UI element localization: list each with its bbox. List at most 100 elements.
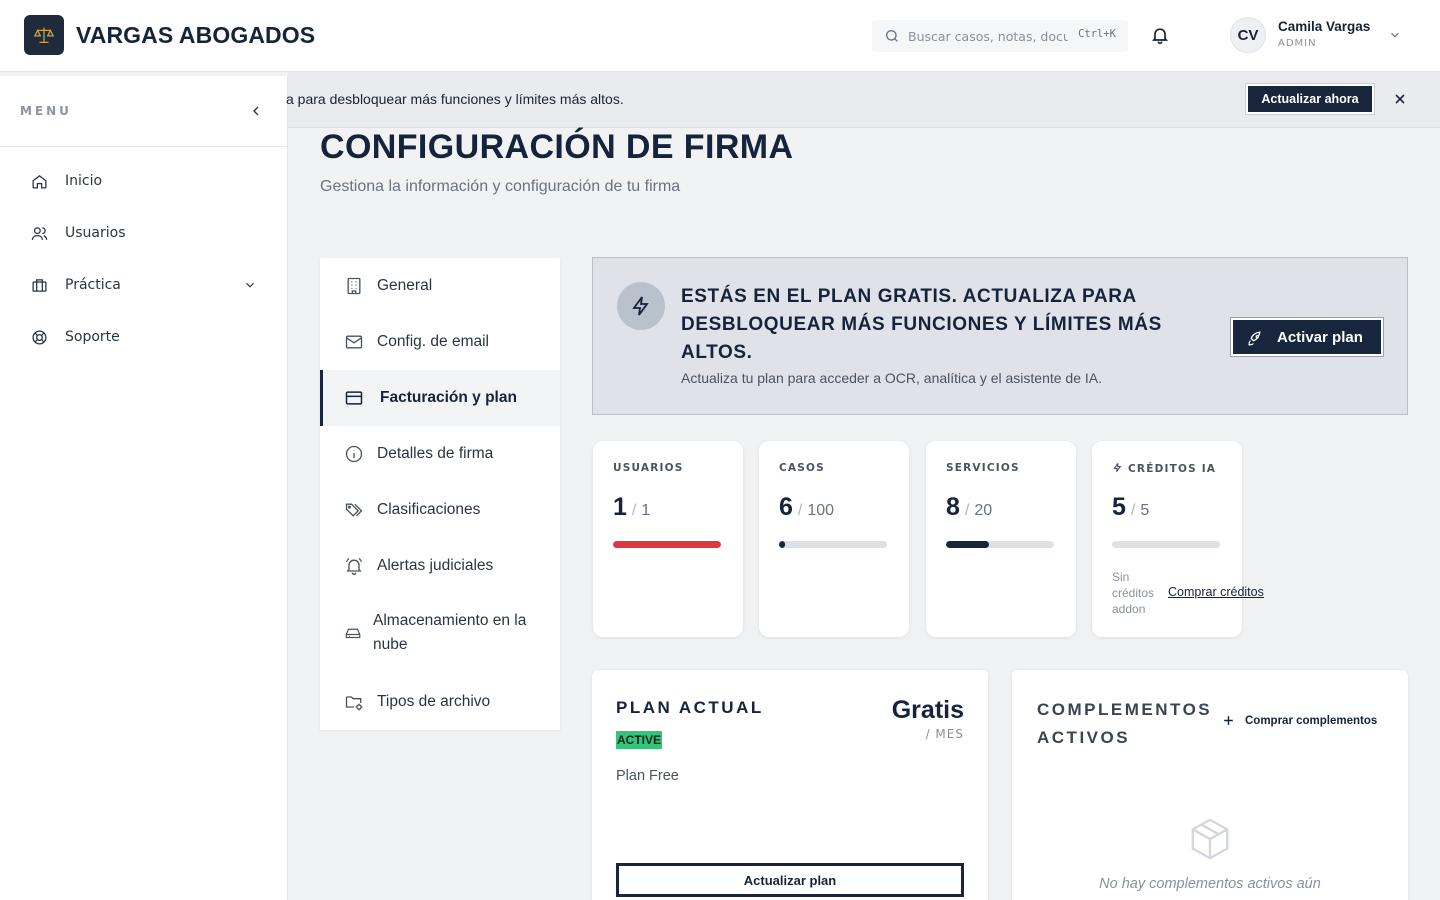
settings-tab-label: Facturación y plan	[380, 389, 517, 406]
mail-icon	[345, 335, 363, 349]
stat-progress-bar	[779, 541, 887, 548]
active-addons-card: COMPLEMENTOS ACTIVOS Comprar complemento…	[1012, 670, 1408, 900]
chevron-down-icon[interactable]	[243, 278, 257, 292]
sidebar-item-label: Inicio	[65, 173, 103, 189]
buy-credits-link[interactable]: Comprar créditos	[1168, 585, 1264, 599]
update-plan-button[interactable]: Actualizar plan	[616, 863, 964, 897]
upgrade-subtitle: Actualiza tu plan para acceder a OCR, an…	[681, 370, 1103, 386]
lightning-icon	[632, 296, 649, 316]
credits-note: Sin créditos addon	[1112, 570, 1155, 616]
stat-progress-bar	[1112, 541, 1220, 548]
stat-progress-fill	[946, 541, 990, 548]
page-subtitle: Gestiona la información y configuración …	[320, 178, 681, 195]
stat-progress-fill	[779, 541, 786, 548]
credit-card-icon	[345, 391, 363, 405]
briefcase-icon	[32, 278, 47, 292]
sidebar-item-inicio[interactable]: Inicio	[0, 159, 287, 203]
close-icon[interactable]	[1392, 91, 1408, 107]
settings-tab-label: General	[377, 277, 433, 294]
settings-tab-general[interactable]: General	[320, 258, 560, 314]
current-plan-card: PLAN ACTUAL ACTIVE Gratis / MES Plan Fre…	[592, 670, 988, 900]
stat-card-creditos-ia: CRÉDITOS IA 5/5 Sin créditos addon Compr…	[1092, 441, 1264, 637]
settings-tab-cloud-storage[interactable]: Almacenamiento en la nube	[320, 594, 560, 674]
stat-label: CRÉDITOS IA	[1112, 462, 1216, 475]
rocket-icon	[1248, 331, 1261, 346]
stat-label: CASOS	[779, 462, 825, 474]
upgrade-now-button[interactable]: Actualizar ahora	[1246, 84, 1374, 114]
hard-drive-icon	[345, 628, 361, 639]
stat-value: 5/5	[1112, 493, 1150, 521]
buy-addons-label: Comprar complementos	[1245, 714, 1378, 727]
collapse-sidebar-icon[interactable]	[248, 103, 264, 119]
settings-tab-label: Config. de email	[377, 333, 490, 350]
users-icon	[31, 226, 48, 240]
sidebar-item-label: Práctica	[65, 277, 121, 293]
lifebuoy-icon	[32, 329, 47, 345]
settings-tab-label: Clasificaciones	[377, 501, 481, 518]
plan-period: / MES	[925, 727, 964, 741]
menu-label: MENU	[20, 104, 72, 118]
sidebar-item-soporte[interactable]: Soporte	[0, 315, 287, 359]
sidebar-item-usuarios[interactable]: Usuarios	[0, 211, 287, 255]
settings-nav: General Config. de email Facturación y p…	[320, 258, 560, 730]
sidebar-item-label: Soporte	[65, 329, 120, 345]
stat-progress-bar	[613, 541, 721, 548]
stat-value: 6/100	[779, 493, 835, 521]
settings-tab-classifications[interactable]: Clasificaciones	[320, 482, 560, 538]
plan-title: PLAN ACTUAL	[616, 698, 764, 717]
settings-tab-file-types[interactable]: Tipos de archivo	[320, 674, 560, 730]
global-search[interactable]: Ctrl+K	[872, 20, 1128, 52]
settings-tab-label: Detalles de firma	[377, 445, 494, 462]
notifications-bell-icon[interactable]	[1150, 25, 1170, 45]
settings-tab-label: Almacenamiento en la nube	[373, 612, 527, 653]
settings-tab-label: Tipos de archivo	[377, 693, 491, 710]
folder-cog-icon	[345, 696, 363, 711]
stat-progress-fill	[613, 541, 721, 548]
top-header: VARGAS ABOGADOS Ctrl+K CV Camila Vargas …	[0, 0, 1440, 72]
brand-name[interactable]: VARGAS ABOGADOS	[76, 22, 315, 49]
chevron-down-icon[interactable]	[1388, 28, 1402, 42]
upgrade-banner: a para desbloquear más funciones y límit…	[286, 72, 1440, 128]
upgrade-title: ESTÁS EN EL PLAN GRATIS. ACTUALIZA PARA …	[681, 286, 1162, 363]
sidebar-header: MENU	[0, 76, 287, 147]
stat-value: 1/1	[613, 493, 651, 521]
settings-tab-firm-details[interactable]: Detalles de firma	[320, 426, 560, 482]
upgrade-icon-circle	[617, 282, 665, 330]
activate-plan-label: Activar plan	[1277, 328, 1363, 346]
stat-card-usuarios: USUARIOS 1/1	[593, 441, 743, 637]
buy-addons-button[interactable]: Comprar complementos	[1222, 714, 1377, 727]
banner-text: a para desbloquear más funciones y límit…	[286, 91, 624, 107]
building-icon	[347, 277, 361, 295]
home-icon	[32, 174, 47, 189]
info-icon	[345, 445, 363, 463]
user-avatar[interactable]: CV	[1230, 17, 1266, 53]
addons-empty-message: No hay complementos activos aún	[1099, 876, 1321, 892]
stat-progress-bar	[946, 541, 1054, 548]
settings-tab-billing[interactable]: Facturación y plan	[320, 370, 560, 426]
settings-tab-label: Alertas judiciales	[377, 557, 494, 574]
stat-label: USUARIOS	[613, 462, 684, 474]
addons-title: COMPLEMENTOS ACTIVOS	[1037, 700, 1213, 747]
settings-tab-court-alerts[interactable]: Alertas judiciales	[320, 538, 560, 594]
sidebar-item-label: Usuarios	[65, 225, 126, 241]
scales-icon	[33, 27, 55, 43]
search-input[interactable]	[908, 28, 1068, 44]
stat-card-casos: CASOS 6/100	[759, 441, 909, 637]
settings-tab-email[interactable]: Config. de email	[320, 314, 560, 370]
brand-logo[interactable]	[24, 15, 64, 55]
lightning-icon	[1113, 463, 1122, 472]
user-name[interactable]: Camila Vargas	[1278, 19, 1370, 34]
user-role: ADMIN	[1278, 38, 1317, 49]
tags-icon	[345, 503, 363, 517]
activate-plan-button[interactable]: Activar plan	[1231, 318, 1383, 356]
plan-price: Gratis	[891, 696, 964, 724]
stat-value: 8/20	[946, 493, 993, 521]
search-icon	[886, 30, 898, 42]
package-icon	[1191, 818, 1229, 860]
sidebar: MENU Inicio Usuarios Práctica Soporte	[0, 76, 288, 900]
search-shortcut: Ctrl+K	[1078, 28, 1116, 40]
stat-card-servicios: SERVICIOS 8/20	[926, 441, 1076, 637]
bell-ring-icon	[345, 557, 363, 575]
upgrade-card: ESTÁS EN EL PLAN GRATIS. ACTUALIZA PARA …	[592, 257, 1408, 415]
sidebar-item-practica[interactable]: Práctica	[0, 263, 287, 307]
